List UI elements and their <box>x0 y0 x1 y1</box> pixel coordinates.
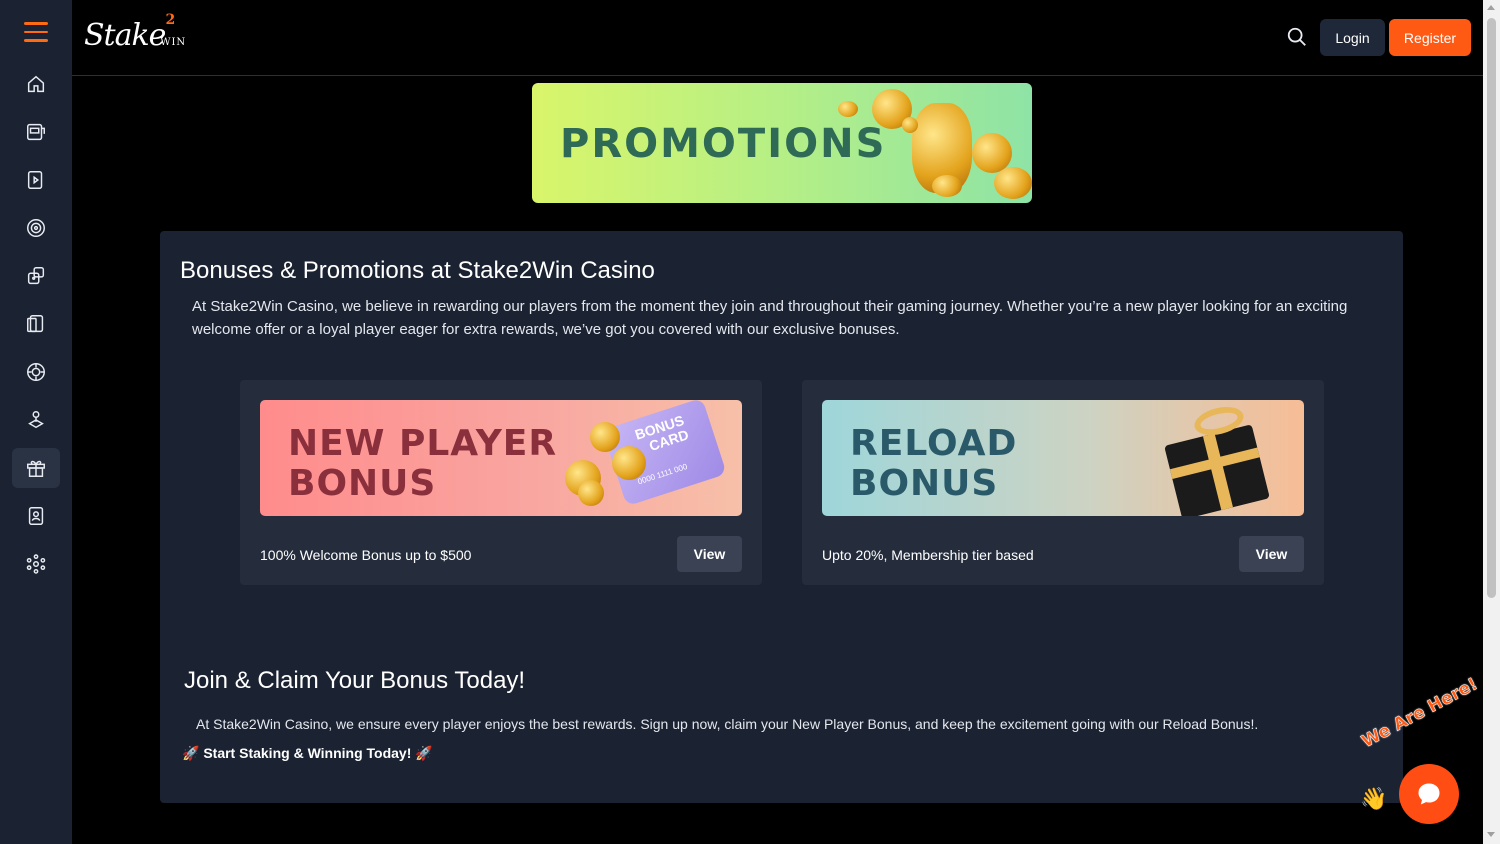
dice-icon <box>27 267 45 285</box>
logo[interactable]: Stake2 WIN <box>84 12 187 53</box>
coin-image <box>994 167 1032 199</box>
chat-bubble-icon <box>1418 783 1440 805</box>
scrollbar[interactable] <box>1483 0 1500 844</box>
coin-image <box>838 101 858 117</box>
coin-image <box>578 480 604 506</box>
chat-button[interactable] <box>1399 764 1459 824</box>
crash-game-icon <box>28 411 44 429</box>
sidebar-item-poker[interactable] <box>12 352 60 392</box>
bonus-card-graphic-text: BONUS CARD <box>633 412 691 457</box>
gift-ribbon <box>1202 433 1233 511</box>
gift-box-image <box>1164 424 1270 516</box>
scroll-thumb[interactable] <box>1487 18 1496 598</box>
live-casino-icon <box>27 171 43 189</box>
logo-superscript: 2 <box>165 12 175 28</box>
login-button[interactable]: Login <box>1320 19 1385 56</box>
page-title: Bonuses & Promotions at Stake2Win Casino <box>180 257 655 284</box>
register-button[interactable]: Register <box>1389 19 1471 56</box>
claim-title: Join & Claim Your Bonus Today! <box>184 667 526 694</box>
view-button-new-player[interactable]: View <box>677 536 742 572</box>
wave-hand-icon: 👋 <box>1360 786 1388 811</box>
sidebar-item-home[interactable] <box>12 64 60 104</box>
home-icon <box>27 75 45 93</box>
promotions-banner: PROMOTIONS <box>532 83 1032 203</box>
sidebar-item-dice[interactable] <box>12 256 60 296</box>
scroll-down-arrow-icon[interactable] <box>1487 832 1495 837</box>
image-text-line-1: NEW PLAYER <box>288 423 558 464</box>
roulette-icon <box>27 219 45 237</box>
sidebar-item-slots[interactable] <box>12 112 60 152</box>
image-text-line-1: RELOAD <box>850 423 1018 464</box>
image-text-line-2: BONUS <box>850 463 999 504</box>
sidebar-item-cards[interactable] <box>12 304 60 344</box>
search-icon[interactable] <box>1286 26 1308 48</box>
coin-image <box>932 175 962 197</box>
claim-text: At Stake2Win Casino, we ensure every pla… <box>196 716 1259 732</box>
sidebar-item-profile[interactable] <box>12 496 60 536</box>
top-bar: Stake2 WIN Login Register <box>72 0 1483 76</box>
sidebar-item-more[interactable] <box>12 544 60 584</box>
sidebar-item-promotions[interactable] <box>12 448 60 488</box>
poker-chip-icon <box>27 363 45 381</box>
cards-icon <box>27 315 44 333</box>
coin-image <box>902 117 918 133</box>
coin-image <box>590 422 620 452</box>
sidebar-item-live-casino[interactable] <box>12 160 60 200</box>
reload-bonus-image-text: RELOAD BONUS <box>850 424 1017 504</box>
bonus-description: 100% Welcome Bonus up to $500 <box>260 547 472 563</box>
profile-card-icon <box>28 507 44 525</box>
bonus-card-reload: RELOAD BONUS Upto 20%, Membership tier b… <box>802 380 1324 585</box>
image-text-line-2: BONUS <box>288 463 437 504</box>
reload-bonus-image[interactable]: RELOAD BONUS <box>822 400 1304 516</box>
bonus-card-new-player: NEW PLAYER BONUS BONUS CARD 0000 1111 00… <box>240 380 762 585</box>
bonuses-panel: Bonuses & Promotions at Stake2Win Casino… <box>160 231 1403 803</box>
coin-image <box>612 446 646 480</box>
sidebar <box>0 0 72 844</box>
sidebar-item-roulette[interactable] <box>12 208 60 248</box>
scroll-up-arrow-icon[interactable] <box>1487 5 1495 10</box>
slot-machine-icon <box>27 123 45 141</box>
logo-text: Stake <box>84 18 166 53</box>
view-button-reload[interactable]: View <box>1239 536 1304 572</box>
cta-text: 🚀 Start Staking & Winning Today! 🚀 <box>182 745 433 761</box>
intro-text: At Stake2Win Casino, we believe in rewar… <box>192 298 1348 338</box>
sidebar-item-crash[interactable] <box>12 400 60 440</box>
bonus-description: Upto 20%, Membership tier based <box>822 547 1034 563</box>
logo-small: WIN <box>160 37 187 48</box>
new-player-bonus-image[interactable]: NEW PLAYER BONUS BONUS CARD 0000 1111 00… <box>260 400 742 516</box>
banner-title: PROMOTIONS <box>560 121 887 167</box>
hamburger-icon[interactable] <box>24 22 48 42</box>
new-player-bonus-image-text: NEW PLAYER BONUS <box>288 424 557 504</box>
network-icon <box>26 554 46 574</box>
gift-icon <box>27 460 45 477</box>
